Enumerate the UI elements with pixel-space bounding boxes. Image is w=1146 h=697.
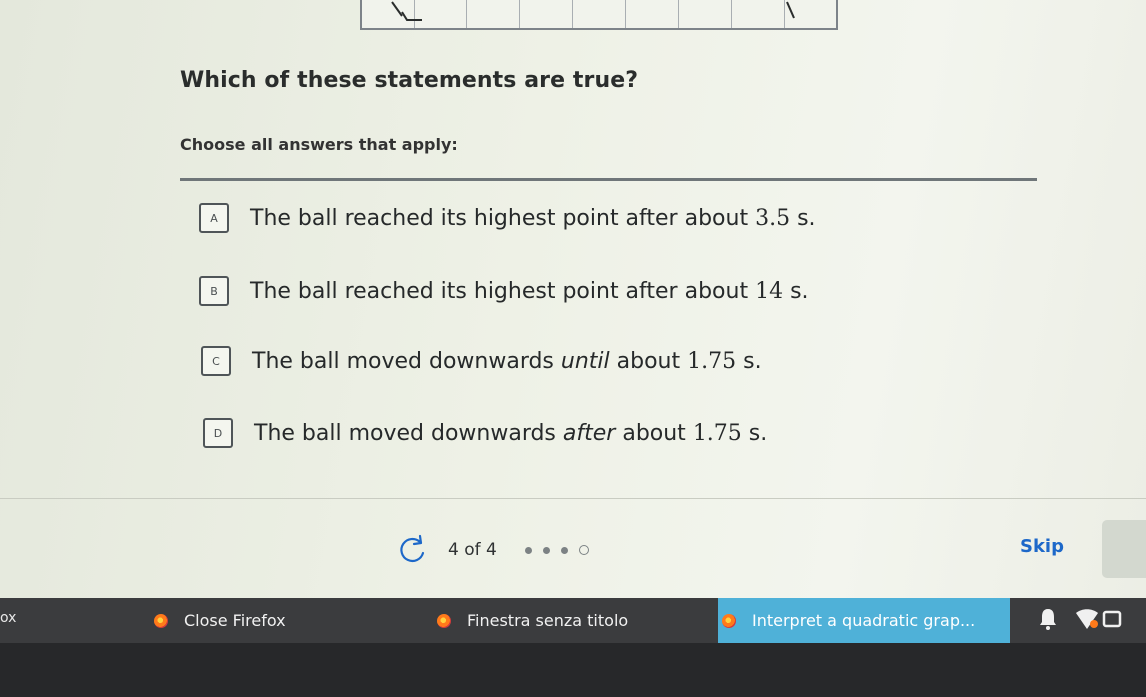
question-title: Which of these statements are true? xyxy=(180,68,639,93)
screen-bezel xyxy=(0,643,1146,697)
firefox-icon xyxy=(437,613,451,628)
choice-letter-box: C xyxy=(201,346,231,376)
firefox-icon xyxy=(154,613,168,628)
progress-dot-current xyxy=(578,545,589,555)
choice-text: The ball moved downwards until about 1.7… xyxy=(252,348,762,374)
taskbar-item-active-exercise[interactable]: Interpret a quadratic grap... xyxy=(718,598,1010,643)
taskbar-item-untitled-window[interactable]: Finestra senza titolo xyxy=(433,598,703,643)
taskbar-item-label: Finestra senza titolo xyxy=(467,611,629,630)
taskbar-item-fragment[interactable]: ox xyxy=(0,610,16,626)
progress-text: 4 of 4 xyxy=(448,540,497,560)
exercise-page: Which of these statements are true? Choo… xyxy=(0,0,1146,598)
taskbar-item-label: Interpret a quadratic grap... xyxy=(752,611,976,630)
skip-button[interactable]: Skip xyxy=(1020,536,1064,557)
choice-a[interactable]: A The ball reached its highest point aft… xyxy=(199,199,816,237)
choice-letter-box: D xyxy=(203,418,233,448)
battery-icon[interactable] xyxy=(1102,609,1122,629)
divider xyxy=(180,178,1037,181)
refresh-icon[interactable] xyxy=(396,533,430,567)
choice-c[interactable]: C The ball moved downwards until about 1… xyxy=(201,342,762,380)
choice-text: The ball reached its highest point after… xyxy=(250,205,816,231)
check-button[interactable] xyxy=(1102,520,1146,578)
taskbar-item-close-firefox[interactable]: Close Firefox xyxy=(150,598,410,643)
choice-b[interactable]: B The ball reached its highest point aft… xyxy=(199,272,809,310)
taskbar-item-label: Close Firefox xyxy=(184,611,286,630)
choice-letter-box: A xyxy=(199,203,229,233)
progress-dot-complete xyxy=(524,546,532,554)
progress-dot-complete xyxy=(542,546,550,554)
firefox-icon xyxy=(722,613,736,628)
parabola-curve-fragment xyxy=(391,1,795,21)
graph-bottom-edge xyxy=(360,0,838,30)
network-icon[interactable] xyxy=(1074,607,1100,631)
choice-d[interactable]: D The ball moved downwards after about 1… xyxy=(203,414,767,452)
bell-icon[interactable] xyxy=(1037,607,1059,631)
choice-text: The ball moved downwards after about 1.7… xyxy=(254,420,768,446)
choice-text: The ball reached its highest point after… xyxy=(250,278,809,304)
choice-letter-box: B xyxy=(199,276,229,306)
progress-dot-complete xyxy=(560,546,568,554)
progress-dots xyxy=(524,545,600,555)
question-instruction: Choose all answers that apply: xyxy=(180,135,458,154)
footer-divider xyxy=(0,498,1146,499)
progress-indicator: 4 of 4 xyxy=(396,533,600,567)
